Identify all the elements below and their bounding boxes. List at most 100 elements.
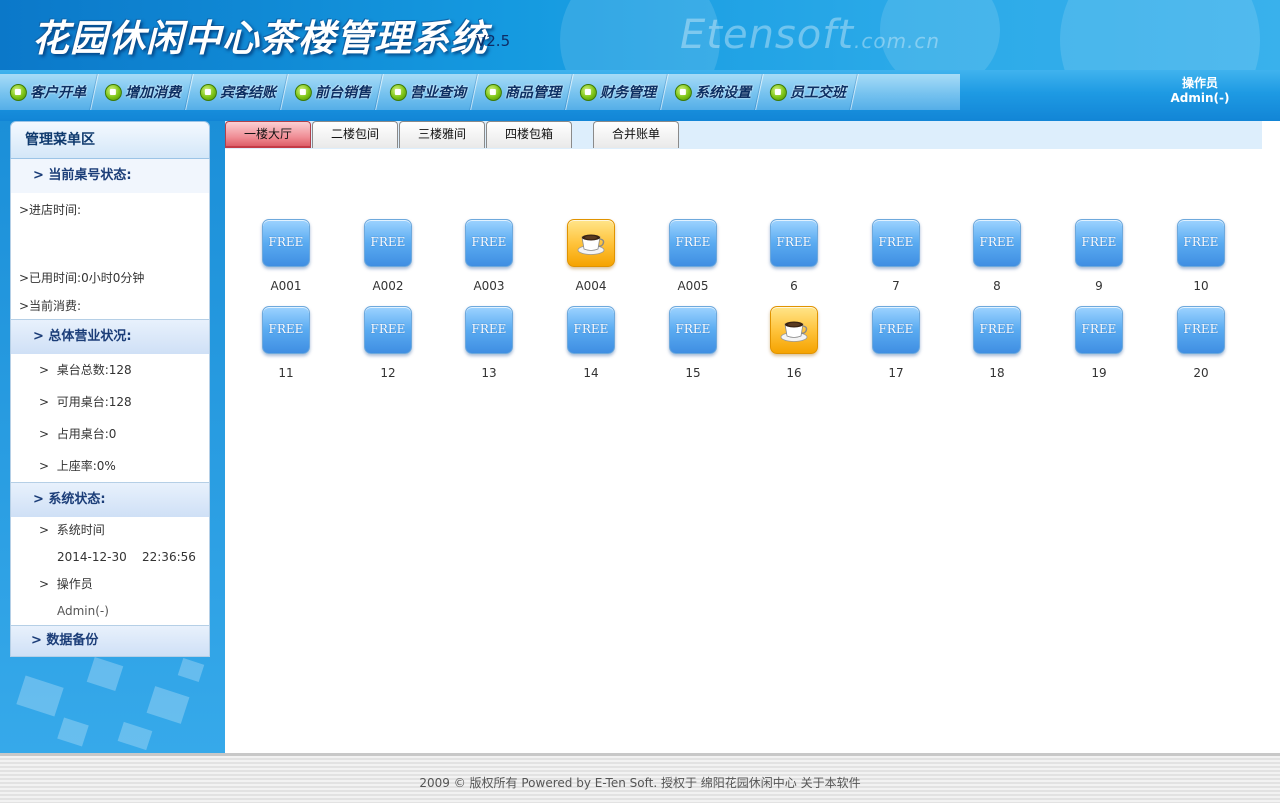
free-text: FREE: [979, 322, 1015, 336]
free-table-icon[interactable]: FREE: [262, 219, 310, 267]
nav-item-5[interactable]: 商品管理: [471, 74, 574, 110]
table-cell[interactable]: FREE 18: [962, 306, 1032, 380]
table-cell[interactable]: FREE 19: [1064, 306, 1134, 380]
free-table-icon[interactable]: FREE: [1177, 219, 1225, 267]
table-cell[interactable]: FREE 17: [861, 306, 931, 380]
nav-item-4[interactable]: 营业查询: [376, 74, 479, 110]
table-cell[interactable]: FREE A003: [454, 219, 524, 293]
table-cell[interactable]: FREE 20: [1166, 306, 1236, 380]
system-operator-label-row: > 操作员: [11, 571, 209, 597]
nav-item-8[interactable]: 员工交班: [756, 74, 859, 110]
table-label: A005: [677, 279, 709, 293]
nav-item-3[interactable]: 前台销售: [281, 74, 384, 110]
free-table-icon[interactable]: FREE: [567, 306, 615, 354]
current-table-panel: > 当前桌号状态: >进店时间: >已用时间:0小时0分钟 >当前消费:: [10, 159, 210, 320]
nav-item-1[interactable]: 增加消费: [91, 74, 194, 110]
free-table-icon[interactable]: FREE: [364, 219, 412, 267]
tab-floor-4[interactable]: 合并账单: [593, 121, 679, 148]
table-cell[interactable]: 16: [759, 306, 829, 380]
table-cell[interactable]: A004: [556, 219, 626, 293]
decoration: [117, 721, 153, 751]
coffee-cup-icon[interactable]: [770, 306, 818, 354]
table-label: 14: [583, 366, 599, 380]
green-dot-icon: [485, 83, 502, 101]
sidebar-title: 管理菜单区: [10, 121, 210, 159]
nav-item-6[interactable]: 财务管理: [566, 74, 669, 110]
table-label: 10: [1193, 279, 1209, 293]
nav-item-label: 员工交班: [790, 85, 846, 101]
decoration: [177, 658, 205, 682]
free-text: FREE: [1081, 322, 1117, 336]
table-cell[interactable]: FREE 15: [658, 306, 728, 380]
system-operator-value: Admin(-): [57, 604, 109, 618]
tab-floor-2[interactable]: 三楼雅间: [399, 121, 485, 148]
table-label: 15: [685, 366, 701, 380]
table-cell[interactable]: FREE 13: [454, 306, 524, 380]
operator-label: 操作员: [1181, 76, 1218, 90]
free-table-icon[interactable]: FREE: [669, 219, 717, 267]
tab-floor-0[interactable]: 一楼大厅: [225, 121, 311, 148]
table-cell[interactable]: FREE 10: [1166, 219, 1236, 293]
total-tables: 桌台总数:128: [56, 363, 132, 377]
free-table-icon[interactable]: FREE: [364, 306, 412, 354]
green-dot-icon: [295, 83, 312, 101]
table-label: 19: [1091, 366, 1107, 380]
system-heading[interactable]: > 系统状态:: [11, 483, 209, 517]
coffee-cup-icon: [577, 234, 605, 255]
table-cell[interactable]: FREE 9: [1064, 219, 1134, 293]
nav-item-0[interactable]: 客户开单: [0, 74, 99, 110]
table-cell[interactable]: FREE 14: [556, 306, 626, 380]
nav-item-2[interactable]: 宾客结账: [186, 74, 289, 110]
tab-floor-3[interactable]: 四楼包箱: [486, 121, 572, 148]
table-cell[interactable]: FREE 8: [962, 219, 1032, 293]
occupied-tables-row: > 占用桌台:0: [11, 418, 209, 450]
data-backup-link[interactable]: > 数据备份: [11, 626, 209, 656]
green-dot-icon: [390, 83, 407, 101]
nav-item-label: 客户开单: [30, 85, 86, 101]
current-table-heading[interactable]: > 当前桌号状态:: [11, 159, 209, 193]
decoration: [16, 675, 64, 717]
table-cell[interactable]: FREE 12: [353, 306, 423, 380]
decoration: [146, 686, 190, 724]
table-cell[interactable]: FREE 7: [861, 219, 931, 293]
nav-item-7[interactable]: 系统设置: [661, 74, 764, 110]
nav-item-label: 宾客结账: [220, 85, 276, 101]
table-cell[interactable]: FREE 11: [251, 306, 321, 380]
free-table-icon[interactable]: FREE: [973, 306, 1021, 354]
free-table-icon[interactable]: FREE: [872, 219, 920, 267]
table-label: A001: [270, 279, 302, 293]
table-cell[interactable]: FREE A005: [658, 219, 728, 293]
nav-item-label: 营业查询: [410, 85, 466, 101]
available-tables: 可用桌台:128: [56, 395, 132, 409]
chevron-right-icon: >: [39, 427, 50, 441]
coffee-cup-icon[interactable]: [567, 219, 615, 267]
free-text: FREE: [573, 322, 609, 336]
system-panel: > 系统状态: > 系统时间 2014-12-30 22:36:56 > 操作员…: [10, 483, 210, 626]
table-cell[interactable]: FREE A002: [353, 219, 423, 293]
green-dot-icon: [770, 83, 787, 101]
free-table-icon[interactable]: FREE: [465, 306, 513, 354]
free-table-icon[interactable]: FREE: [872, 306, 920, 354]
tab-floor-1[interactable]: 二楼包间: [312, 121, 398, 148]
free-text: FREE: [878, 235, 914, 249]
business-heading[interactable]: > 总体营业状况:: [11, 320, 209, 354]
free-table-icon[interactable]: FREE: [465, 219, 513, 267]
free-table-icon[interactable]: FREE: [1075, 306, 1123, 354]
main-content: 一楼大厅 二楼包间 三楼雅间 四楼包箱 合并账单 FREE A001 FREE A002 FRE…: [225, 121, 1280, 753]
table-label: 11: [278, 366, 294, 380]
table-cell[interactable]: FREE A001: [251, 219, 321, 293]
nav-item-label: 财务管理: [600, 85, 656, 101]
occupied-tables: 占用桌台:0: [56, 427, 117, 441]
free-text: FREE: [1183, 235, 1219, 249]
free-table-icon[interactable]: FREE: [1075, 219, 1123, 267]
table-label: A003: [473, 279, 505, 293]
free-table-icon[interactable]: FREE: [262, 306, 310, 354]
free-table-icon[interactable]: FREE: [1177, 306, 1225, 354]
free-table-icon[interactable]: FREE: [669, 306, 717, 354]
table-cell[interactable]: FREE 6: [759, 219, 829, 293]
green-dot-icon: [200, 83, 217, 101]
free-table-icon[interactable]: FREE: [770, 219, 818, 267]
app-title: 花园休闲中心茶楼管理系统: [32, 16, 488, 60]
available-tables-row: > 可用桌台:128: [11, 386, 209, 418]
free-table-icon[interactable]: FREE: [973, 219, 1021, 267]
